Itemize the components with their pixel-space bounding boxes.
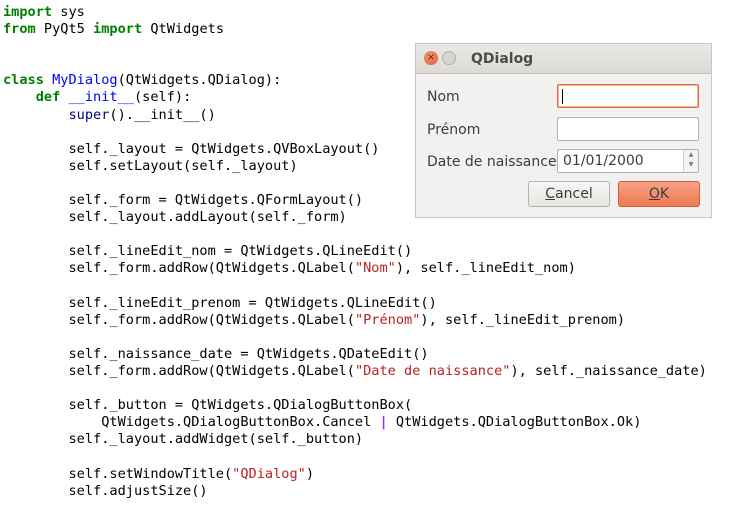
code-line-6: self._layout = QtWidgets.QVBoxLayout() <box>68 140 380 157</box>
code-line-5: super().__init__() <box>68 106 216 123</box>
cancel-label: ancel <box>555 186 593 202</box>
code-line-14: self._naissance_date = QtWidgets.QDateEd… <box>68 345 429 362</box>
close-icon[interactable]: × <box>424 51 438 65</box>
code-line-3: class MyDialog(QtWidgets.QDialog): <box>3 72 282 89</box>
prenom-input[interactable] <box>557 117 699 141</box>
code-line-11: self._form.addRow(QtWidgets.QLabel("Nom"… <box>68 260 576 277</box>
text-caret <box>562 89 563 104</box>
code-line-9: self._layout.addLayout(self._form) <box>68 209 347 226</box>
code-line-20: self.adjustSize() <box>68 482 208 499</box>
code-line-17: QtWidgets.QDialogButtonBox.Cancel | QtWi… <box>101 414 642 431</box>
code-line-10: self._lineEdit_nom = QtWidgets.QLineEdit… <box>68 243 413 260</box>
window-titlebar[interactable]: × QDialog <box>416 44 711 74</box>
maximize-icon[interactable] <box>442 51 456 65</box>
nom-input[interactable] <box>557 84 699 108</box>
code-line-18: self._layout.addWidget(self._button) <box>68 431 364 448</box>
code-line-15: self._form.addRow(QtWidgets.QLabel("Date… <box>68 362 707 379</box>
code-line-7: self.setLayout(self._layout) <box>68 157 298 174</box>
qdialog-window: × QDialog Nom Prénom Date de naissance 0… <box>415 43 712 218</box>
cancel-mnemonic: C <box>545 186 556 202</box>
cancel-button[interactable]: Cancel <box>528 181 610 207</box>
date-value: 01/01/2000 <box>563 153 644 169</box>
code-line-8: self._form = QtWidgets.QFormLayout() <box>68 192 364 209</box>
code-line-13: self._form.addRow(QtWidgets.QLabel("Prén… <box>68 311 626 328</box>
code-line-19: self.setWindowTitle("QDialog") <box>68 465 315 482</box>
code-line-2: from PyQt5 import QtWidgets <box>3 21 224 38</box>
prenom-label: Prénom <box>427 122 481 138</box>
ok-mnemonic: O <box>648 186 660 202</box>
nom-label: Nom <box>427 89 460 105</box>
code-line-16: self._button = QtWidgets.QDialogButtonBo… <box>68 397 413 414</box>
code-line-4: def __init__(self): <box>35 89 192 106</box>
code-line-1: import sys <box>3 4 85 20</box>
ok-label: K <box>659 186 670 202</box>
window-title: QDialog <box>471 51 534 67</box>
ok-button[interactable]: OK <box>618 181 700 207</box>
code-line-12: self._lineEdit_prenom = QtWidgets.QLineE… <box>68 294 437 311</box>
date-edit[interactable]: 01/01/2000 ▲ ▼ <box>557 149 699 173</box>
spin-arrows-icon[interactable]: ▲ ▼ <box>683 150 698 172</box>
date-label: Date de naissance <box>427 154 557 170</box>
